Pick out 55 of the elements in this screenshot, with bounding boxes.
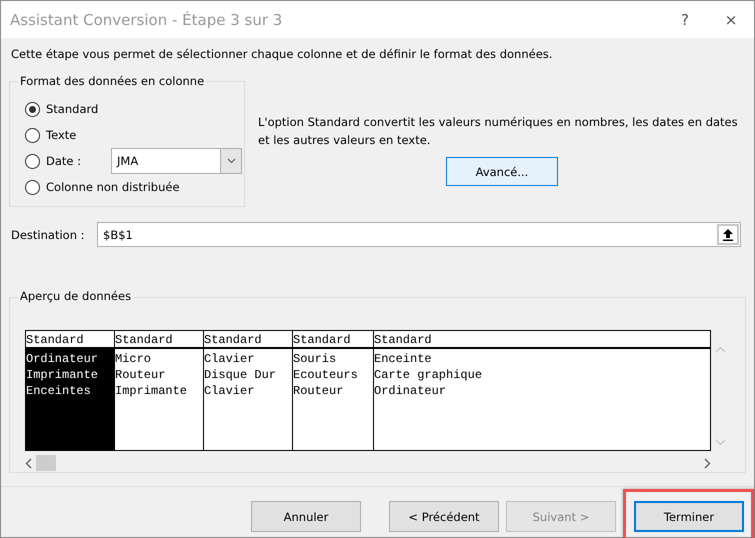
close-button[interactable]: × [708, 1, 754, 38]
help-button[interactable]: ? [662, 1, 708, 38]
date-format-dropdown[interactable]: JMA [111, 148, 242, 174]
table-cell-text: Ordinateur [374, 383, 448, 399]
table-cell-text: Ecouteurs [293, 367, 359, 383]
option-label: Date : [46, 154, 82, 168]
table-cell-text: Enceintes [26, 383, 92, 399]
option-label: Standard [46, 102, 98, 116]
window-title: Assistant Conversion - Étape 3 sur 3 [10, 10, 284, 28]
radio-button[interactable] [25, 154, 40, 168]
table-cell-text: Micro [115, 351, 152, 367]
group-title: Format des données en colonne [18, 74, 206, 88]
radio-button[interactable] [25, 128, 40, 142]
column-header: Standard [374, 331, 710, 349]
dialog-button[interactable]: Terminer [634, 501, 744, 532]
table-cell-text: Imprimante [115, 383, 188, 399]
advanced-button[interactable]: Avancé... [446, 157, 558, 186]
table-cell-text: Clavier [204, 383, 256, 399]
chevron-down-icon [226, 158, 236, 164]
scroll-left-icon[interactable] [25, 458, 32, 468]
column-header: Standard [115, 331, 203, 349]
preview-column[interactable]: Standard Clavier Disque Dur Clavier [204, 331, 293, 450]
radio-button[interactable] [25, 102, 40, 116]
table-cell-text: Carte graphique [374, 367, 484, 383]
table-cell-text: Enceinte [374, 351, 433, 367]
field-value: $B$1 [103, 228, 133, 242]
data-preview-table[interactable]: Standard Ordinateur Imprimante Enceintes Standard Micro Routeur Imprimante Standard Clavier Disque Dur Clavier Standard Souris Ecouteurs Routeur Standard Enceinte Carte graphique Ordinateur [25, 330, 711, 451]
collapse-dialog-button[interactable] [717, 224, 739, 245]
dropdown-value: JMA [115, 153, 140, 170]
column-header: Standard [204, 331, 292, 349]
preview-title: Aperçu de données [18, 289, 134, 303]
scrollbar-thumb[interactable] [36, 455, 56, 471]
option-label: Colonne non distribuée [46, 180, 180, 194]
table-cell-text: Disque Dur [204, 367, 278, 383]
radio-button[interactable] [25, 180, 40, 194]
table-cell-text: Ordinateur [26, 351, 100, 367]
dialog-button[interactable]: Annuler [251, 501, 361, 532]
column-header: Standard [293, 331, 373, 349]
table-cell-text: Souris [293, 351, 338, 367]
preview-column[interactable]: Standard Micro Routeur Imprimante [115, 331, 204, 450]
scroll-right-icon[interactable] [704, 458, 711, 468]
table-cell-text: Imprimante [26, 367, 100, 383]
preview-column[interactable]: Standard Enceinte Carte graphique Ordinateur [374, 331, 710, 450]
destination-field[interactable]: $B$1 [97, 222, 741, 247]
column-header: Standard [26, 331, 114, 349]
format-description: L'option Standard convertit les valeurs numériques en nombres, les dates en dates et les autres valeurs en texte. [258, 114, 739, 149]
instruction-text: Cette étape vous permet de sélectionner chaque colonne et de définir le format des données. [11, 47, 554, 61]
table-cell-text: Routeur [293, 383, 344, 399]
preview-column[interactable]: Standard Souris Ecouteurs Routeur [293, 331, 374, 450]
option-label: Texte [46, 128, 76, 142]
table-cell-text: Clavier [204, 351, 256, 367]
destination-label: Destination : [11, 228, 86, 242]
table-cell-text: Routeur [115, 367, 166, 383]
upload-arrow-icon [723, 228, 733, 240]
dialog-button[interactable]: < Précédent [389, 501, 499, 532]
